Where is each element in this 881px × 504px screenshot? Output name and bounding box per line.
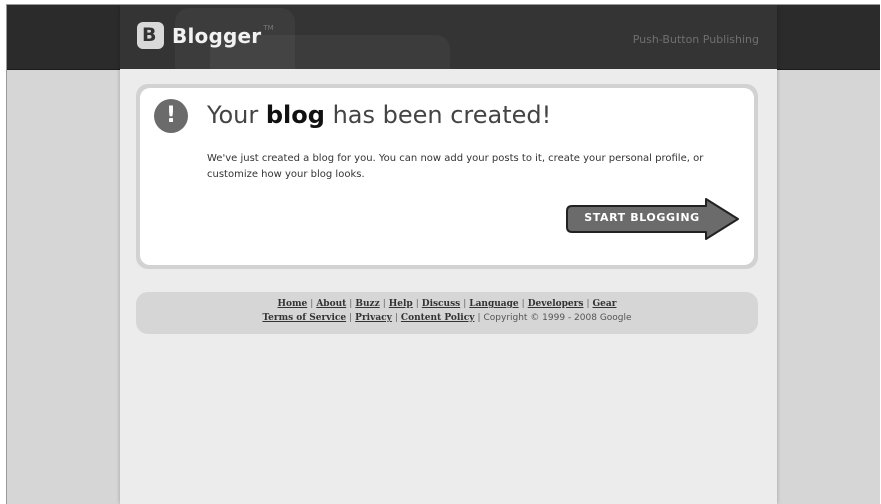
title-bold-text: blog [265,101,325,129]
title-text-end: has been created! [324,101,552,129]
browser-viewport: B Blogger TM Push-Button Publishing ! Yo… [6,4,880,504]
exclamation-icon: ! [154,99,188,133]
footer-link-home[interactable]: Home [278,299,308,309]
notice-panel: ! Your blog has been created! We've just… [136,84,758,269]
footer-links-row: Home | About | Buzz | Help | Discuss | Language | De… [277,299,617,309]
footer-link-help[interactable]: Help [389,299,413,309]
start-blogging-button[interactable]: START BLOGGING [566,198,741,240]
tagline: Push-Button Publishing [632,33,759,46]
footer: Home | About | Buzz | Help | Discuss | Language | De… [136,292,758,334]
footer-link-gear[interactable]: Gear [593,299,617,309]
footer-link-about[interactable]: About [316,299,346,309]
footer-link-buzz[interactable]: Buzz [355,299,379,309]
logo-trademark: TM [263,23,274,32]
blogger-logo[interactable]: B Blogger TM [137,22,274,49]
footer-link-discuss[interactable]: Discuss [422,299,460,309]
logo-text: Blogger [172,23,262,48]
footer-link-language[interactable]: Language [469,299,518,309]
footer-link-developers[interactable]: Developers [528,299,584,309]
notice-card: ! Your blog has been created! We've just… [140,88,754,265]
copyright-text: Copyright © 1999 - 2008 Google [483,313,632,323]
footer-link-terms[interactable]: Terms of Service [262,313,346,323]
logo-glyph: B [142,24,157,46]
page-title: Your blog has been created! [207,101,551,129]
start-blogging-label: START BLOGGING [584,211,700,224]
page-column: B Blogger TM Push-Button Publishing ! Yo… [120,5,777,504]
title-text: Your [207,101,266,129]
blogger-logo-icon: B [137,22,164,49]
footer-link-privacy[interactable]: Privacy [355,313,392,323]
notice-description: We've just created a blog for you. You c… [207,153,704,180]
footer-link-content-policy[interactable]: Content Policy [401,313,475,323]
footer-legal-row: Terms of Service | Privacy | Content Policy |… [262,313,632,323]
site-header: B Blogger TM Push-Button Publishing [120,5,777,69]
